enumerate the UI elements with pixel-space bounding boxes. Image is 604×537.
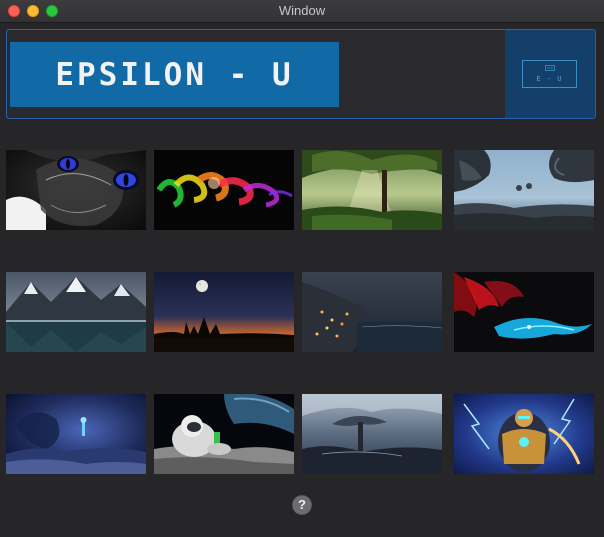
smoke-image [154,150,294,230]
storm-tree-image [302,394,442,474]
app-window: Window EPSILON - U E - U ? [0,0,604,537]
armored-hero-image [454,394,594,474]
badge-logo: E - U [522,60,577,88]
thumbnail-lightning-armored-hero[interactable] [454,394,594,474]
thumbnail-moon-night[interactable] [154,272,294,352]
cat-image [6,150,146,230]
thumbnail-astronaut-on-moon[interactable] [154,394,294,474]
wolf-image [454,272,594,352]
header-banner: EPSILON - U E - U [6,29,596,119]
thumbnail-rainbow-smoke[interactable] [154,150,294,230]
fantasy-warrior-image [6,394,146,474]
forest-image [302,150,442,230]
help-button[interactable]: ? [292,495,312,515]
astronaut-image [154,394,294,474]
banner-logo-text: EPSILON - U [55,56,294,93]
thumbnail-coastal-town-night[interactable] [302,272,442,352]
coastal-town-image [302,272,442,352]
badge-image-icon [545,65,555,71]
moon-night-image [154,272,294,352]
thumbnail-sunlit-forest[interactable] [302,150,442,230]
badge-text: E - U [536,75,563,83]
thumbnail-red-blue-wolf[interactable] [454,272,594,352]
title-bar[interactable]: Window [0,0,604,23]
mountain-lake-image [6,272,146,352]
thumbnail-blue-fantasy-warrior[interactable] [6,394,146,474]
dragons-image [454,150,594,230]
banner-badge: E - U [505,30,595,118]
banner-logo: EPSILON - U [10,42,339,107]
thumbnail-storm-tree[interactable] [302,394,442,474]
thumbnail-mountain-lake[interactable] [6,272,146,352]
thumbnail-cat-neon-eyes[interactable] [6,150,146,230]
window-title: Window [278,3,326,18]
thumbnail-dragons-over-city[interactable] [454,150,594,230]
